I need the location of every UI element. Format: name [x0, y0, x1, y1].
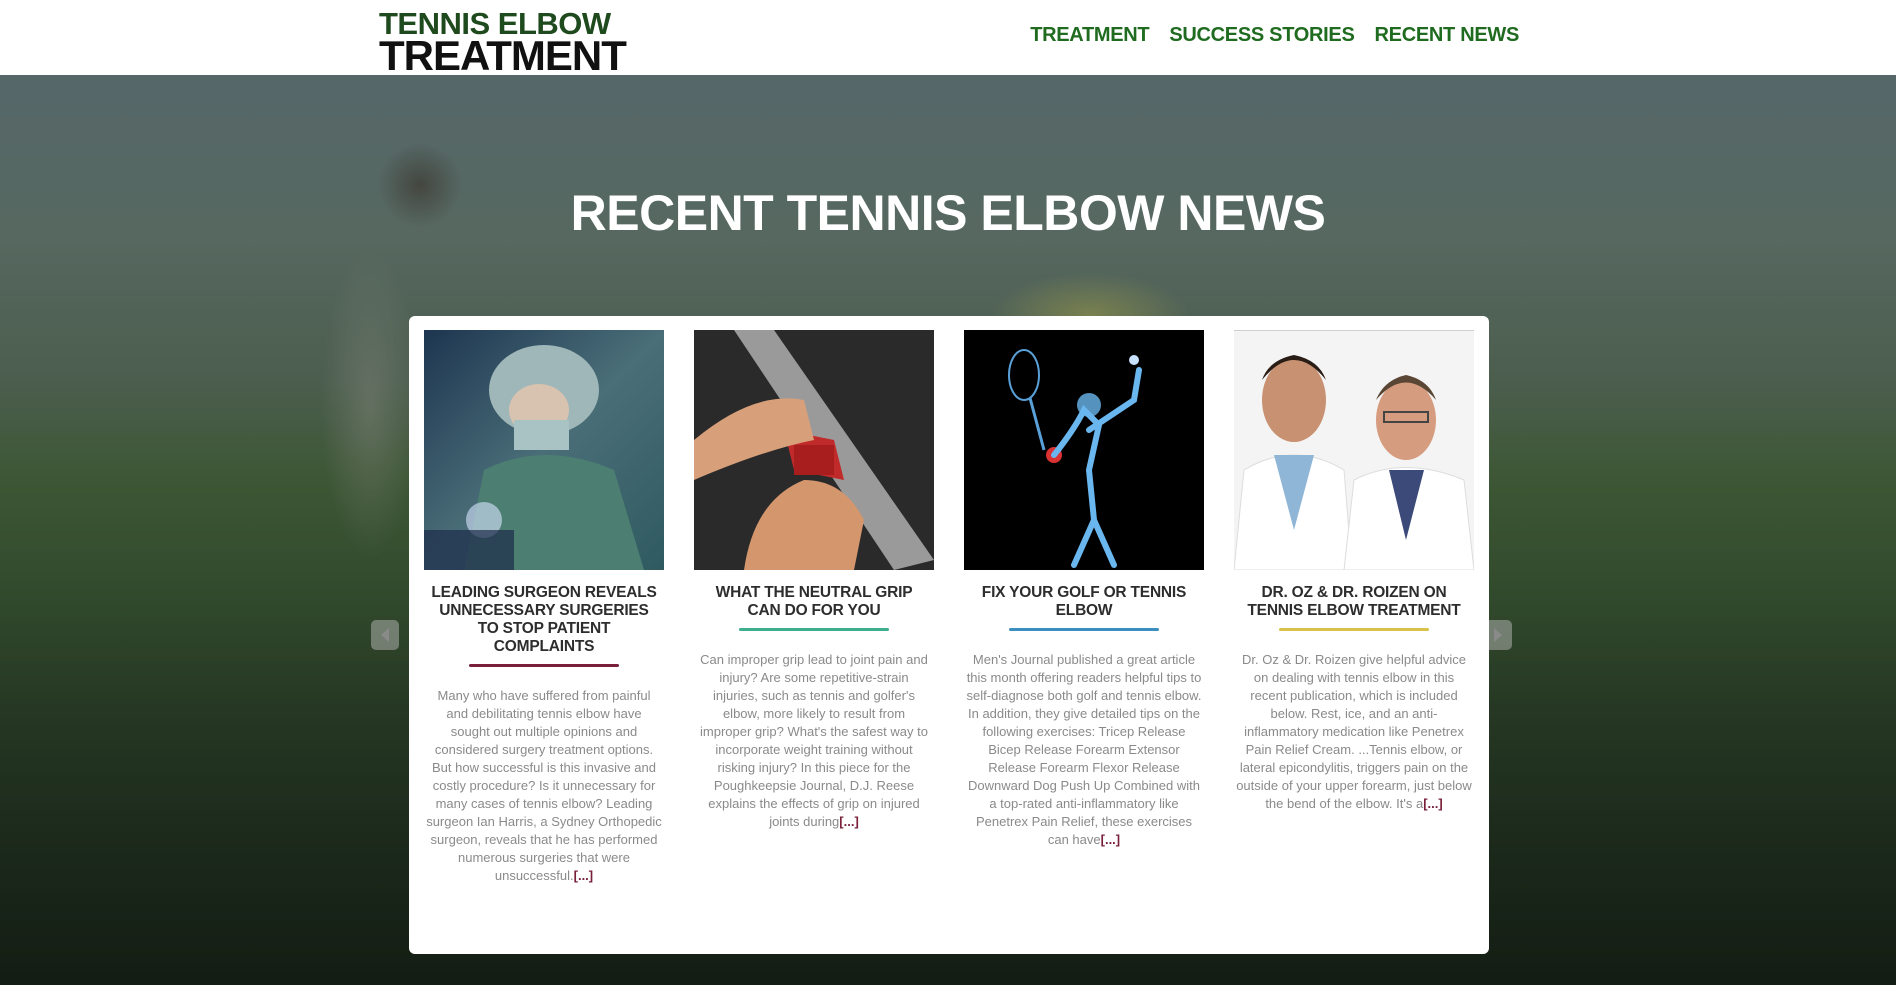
- read-more-link[interactable]: [...]: [1423, 796, 1443, 811]
- article-excerpt: Men's Journal published a great article …: [966, 651, 1202, 849]
- article-title[interactable]: WHAT THE NEUTRAL GRIP CAN DO FOR YOU: [700, 584, 928, 620]
- surgeon-photo[interactable]: [424, 330, 664, 570]
- chevron-right-icon: [1494, 628, 1502, 642]
- read-more-link[interactable]: [...]: [839, 814, 859, 829]
- nav-recent-news[interactable]: RECENT NEWS: [1375, 24, 1520, 47]
- article-excerpt: Can improper grip lead to joint pain and…: [696, 651, 932, 831]
- news-item: DR. OZ & DR. ROIZEN ON TENNIS ELBOW TREA…: [1234, 330, 1474, 813]
- news-item: LEADING SURGEON REVEALS UNNECESSARY SURG…: [424, 330, 664, 885]
- grip-photo[interactable]: [694, 330, 934, 570]
- chevron-left-icon: [381, 628, 389, 642]
- carousel-prev-button[interactable]: [371, 620, 399, 650]
- site-logo[interactable]: TENNIS ELBOW TREATMENT: [379, 8, 627, 79]
- nav-treatment[interactable]: TREATMENT: [1030, 24, 1149, 47]
- excerpt-text: Can improper grip lead to joint pain and…: [700, 652, 928, 829]
- news-item: WHAT THE NEUTRAL GRIP CAN DO FOR YOU Can…: [694, 330, 934, 831]
- news-carousel-card: LEADING SURGEON REVEALS UNNECESSARY SURG…: [409, 316, 1489, 954]
- excerpt-text: Dr. Oz & Dr. Roizen give helpful advice …: [1236, 652, 1472, 811]
- page-title: RECENT TENNIS ELBOW NEWS: [570, 185, 1326, 241]
- title-underline: [1009, 628, 1159, 631]
- read-more-link[interactable]: [...]: [1101, 832, 1121, 847]
- article-excerpt: Dr. Oz & Dr. Roizen give helpful advice …: [1236, 651, 1472, 813]
- title-underline: [1279, 628, 1429, 631]
- article-title[interactable]: DR. OZ & DR. ROIZEN ON TENNIS ELBOW TREA…: [1240, 584, 1468, 620]
- nav-success-stories[interactable]: SUCCESS STORIES: [1169, 24, 1354, 47]
- article-title[interactable]: FIX YOUR GOLF OR TENNIS ELBOW: [970, 584, 1198, 620]
- article-excerpt: Many who have suffered from painful and …: [426, 687, 662, 885]
- read-more-link[interactable]: [...]: [574, 868, 594, 883]
- excerpt-text: Many who have suffered from painful and …: [426, 688, 662, 883]
- skeleton-photo[interactable]: [964, 330, 1204, 570]
- doctors-photo[interactable]: [1234, 330, 1474, 570]
- site-header: TENNIS ELBOW TREATMENT TREATMENT SUCCESS…: [0, 0, 1896, 79]
- excerpt-text: Men's Journal published a great article …: [966, 652, 1202, 847]
- main-nav: TREATMENT SUCCESS STORIES RECENT NEWS: [1030, 24, 1519, 47]
- logo-line-2: TREATMENT: [379, 32, 627, 79]
- title-underline: [739, 628, 889, 631]
- title-underline: [469, 664, 619, 667]
- article-title[interactable]: LEADING SURGEON REVEALS UNNECESSARY SURG…: [430, 584, 658, 656]
- news-item: FIX YOUR GOLF OR TENNIS ELBOW Men's Jour…: [964, 330, 1204, 849]
